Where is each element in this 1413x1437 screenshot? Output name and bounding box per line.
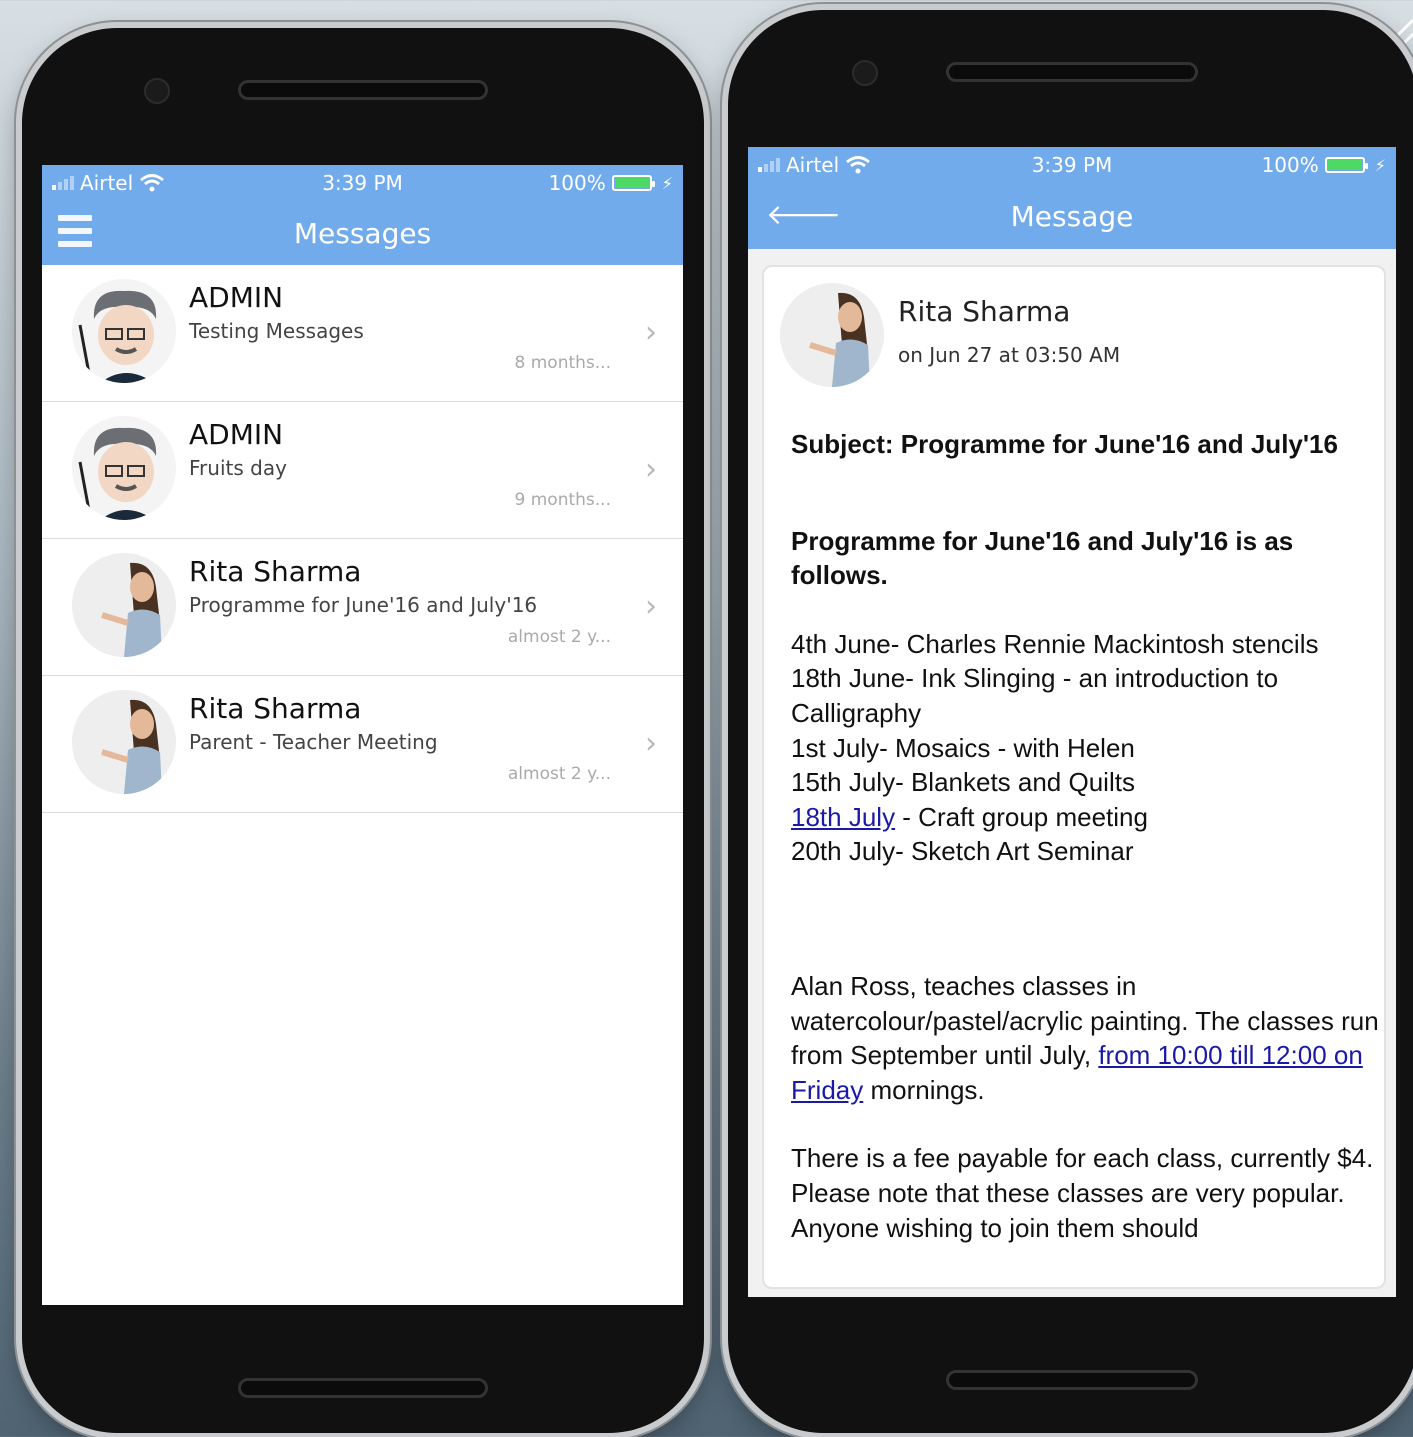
schedule-line: 4th June- Charles Rennie Mackintosh sten… [791,628,1319,659]
chevron-right-icon: › [645,589,657,624]
messages-screen: Airtel 3:39 PM 100% ⚡ Messages ADMIN Tes… [42,165,683,1305]
admin-cartoon-avatar [72,279,176,383]
message-subject: Subject: Programme for June'16 and July'… [791,429,1338,459]
message-detail-screen: Airtel 3:39 PM 100% ⚡ 🡐 Message Rita Sha… [748,147,1396,1297]
front-camera [144,78,170,104]
message-list-item[interactable]: ADMIN Testing Messages 8 months... › [42,265,683,402]
message-list-item[interactable]: Rita Sharma Parent - Teacher Meeting alm… [42,676,683,813]
message-time: 8 months... [514,353,611,373]
nav-bar: 🡐 Message [748,183,1396,249]
top-speaker [238,80,488,100]
paragraph-text: mornings. [863,1074,985,1105]
message-sender: Rita Sharma [189,692,362,725]
message-paragraph: Alan Ross, teaches classes in watercolou… [791,969,1381,1107]
admin-cartoon-avatar [72,416,176,520]
message-body: Subject: Programme for June'16 and July'… [791,427,1381,1245]
schedule-line: 18th June- Ink Slinging - an introductio… [791,663,1279,728]
battery-percent: 100% [548,171,606,195]
bottom-speaker [238,1378,488,1398]
message-snippet: Parent - Teacher Meeting [189,730,438,754]
message-date: on Jun 27 at 03:50 AM [898,343,1121,367]
chevron-right-icon: › [645,452,657,487]
status-bar: Airtel 3:39 PM 100% ⚡ [42,165,683,201]
message-sender: Rita Sharma [898,295,1071,328]
teacher-photo-avatar [72,690,176,794]
top-speaker [946,62,1198,82]
schedule-line: 18th July - Craft group meeting [791,800,1381,835]
message-sender: ADMIN [189,281,284,314]
status-bar: Airtel 3:39 PM 100% ⚡ [748,147,1396,183]
message-heading: Programme for June'16 and July'16 is as … [791,525,1294,591]
message-snippet: Fruits day [189,456,287,480]
front-camera [852,60,878,86]
message-card: Rita Sharma on Jun 27 at 03:50 AM Subjec… [762,265,1386,1289]
charging-bolt-icon: ⚡ [1374,155,1386,175]
bottom-speaker [946,1370,1198,1390]
schedule-line-text: - Craft group meeting [895,801,1148,832]
schedule-line: 20th July- Sketch Art Seminar [791,836,1134,867]
date-link[interactable]: 18th July [791,802,895,832]
page-title: Messages [293,216,432,250]
message-paragraph: There is a fee payable for each class, c… [791,1143,1374,1243]
message-time: 9 months... [514,490,611,510]
back-arrow-icon[interactable]: 🡐 [766,201,841,229]
message-snippet: Testing Messages [189,319,364,343]
left-phone-frame: Airtel 3:39 PM 100% ⚡ Messages ADMIN Tes… [22,28,704,1433]
message-time: almost 2 y... [507,627,611,647]
battery-percent: 100% [1261,153,1319,177]
message-time: almost 2 y... [507,764,611,784]
message-sender: ADMIN [189,418,284,451]
hamburger-menu-icon[interactable] [58,215,92,247]
message-list: ADMIN Testing Messages 8 months... › ADM… [42,265,683,813]
message-list-item[interactable]: Rita Sharma Programme for June'16 and Ju… [42,539,683,676]
nav-bar: Messages [42,201,683,265]
chevron-right-icon: › [645,315,657,350]
message-list-item[interactable]: ADMIN Fruits day 9 months... › [42,402,683,539]
battery-icon [611,175,655,191]
right-phone-frame: Airtel 3:39 PM 100% ⚡ 🡐 Message Rita Sha… [728,10,1413,1433]
page-title: Message [1010,199,1134,233]
schedule-line: 15th July- Blankets and Quilts [791,767,1135,798]
chevron-right-icon: › [645,726,657,761]
schedule-line: 1st July- Mosaics - with Helen [791,732,1135,763]
teacher-photo-avatar [780,283,884,387]
message-snippet: Programme for June'16 and July'16 [189,593,538,617]
charging-bolt-icon: ⚡ [661,173,673,193]
battery-icon [1324,157,1368,173]
teacher-photo-avatar [72,553,176,657]
message-sender: Rita Sharma [189,555,362,588]
